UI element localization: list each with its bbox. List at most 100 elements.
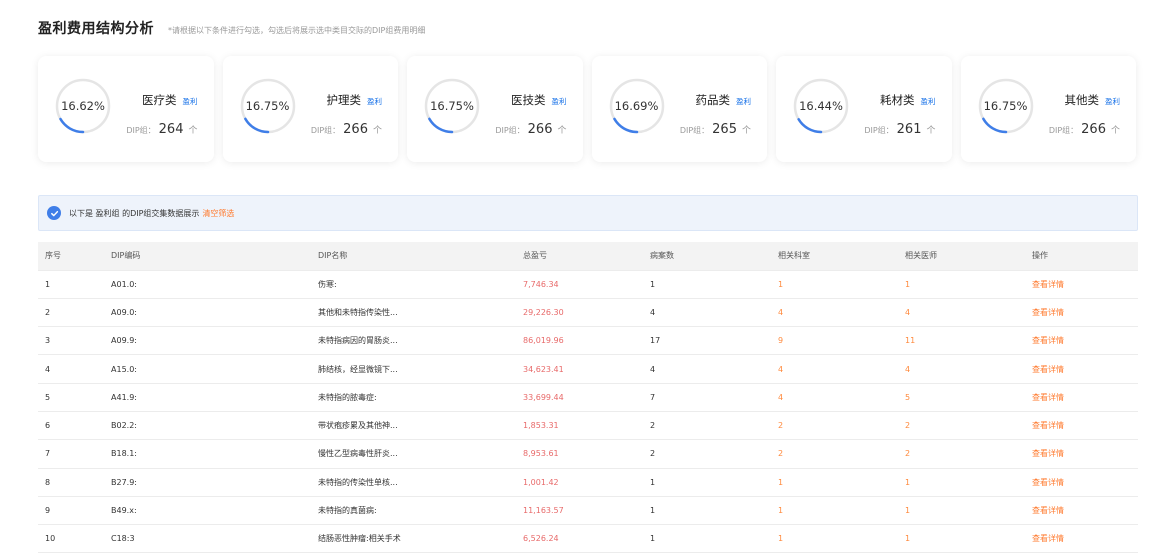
category-card[interactable]: 16.75% 医技类 盈利 DIP组： 266 个 [407, 56, 583, 162]
related-depts[interactable]: 1 [771, 468, 898, 497]
dip-name: 未特指的脓毒症: [311, 383, 516, 412]
related-doctors[interactable]: 1 [898, 270, 1025, 299]
case-count: 1 [643, 468, 771, 497]
related-depts[interactable]: 2 [771, 439, 898, 469]
dip-code: A01.0: [104, 270, 311, 299]
view-details-link[interactable]: 查看详情 [1025, 354, 1138, 384]
category-card[interactable]: 16.75% 护理类 盈利 DIP组： 266 个 [222, 56, 398, 162]
view-details-link[interactable]: 查看详情 [1025, 383, 1138, 412]
dip-unit: 个 [557, 126, 567, 136]
category-name: 医技类 [511, 93, 546, 107]
dip-name: 慢性乙型病毒性肝炎... [311, 439, 516, 469]
row-index: 8 [38, 468, 104, 497]
view-details-link[interactable]: 查看详情 [1025, 270, 1138, 299]
view-details-link[interactable]: 查看详情 [1025, 496, 1138, 526]
related-doctors[interactable]: 1 [898, 468, 1025, 497]
related-doctors[interactable]: 1 [898, 496, 1025, 526]
related-doctors[interactable]: 2 [898, 439, 1025, 469]
table-row: 1 A01.0: 伤寒: 7,746.34 1 1 1 查看详情 [38, 270, 1138, 299]
related-depts[interactable]: 1 [771, 496, 898, 526]
view-details-link[interactable]: 查看详情 [1025, 524, 1138, 554]
case-count: 1 [643, 496, 771, 526]
row-index: 5 [38, 383, 104, 412]
total-profit: 33,699.44 [516, 383, 643, 412]
profit-tag[interactable]: 盈利 [1105, 96, 1120, 107]
percent-value: 16.75% [983, 99, 1028, 113]
table-row: 3 A09.9: 未特指病因的胃肠炎... 86,019.96 17 9 11 查看详情 [38, 326, 1138, 356]
category-card[interactable]: 16.44% 耗材类 盈利 DIP组： 261 个 [776, 56, 952, 162]
total-profit: 1,001.42 [516, 468, 643, 497]
percent-value: 16.75% [430, 99, 474, 113]
category-name: 其他类 [1064, 93, 1100, 107]
table-row: 5 A41.9: 未特指的脓毒症: 33,699.44 7 4 5 查看详情 [38, 383, 1138, 412]
dip-code: A41.9: [104, 383, 311, 412]
dip-count: 266 [527, 122, 553, 137]
case-count: 1 [643, 524, 771, 554]
dip-code: B18.1: [104, 439, 311, 469]
page-header: 盈利费用结构分析 *请根据以下条件进行勾选，勾选后将展示选中类目交际的DIP组费… [38, 18, 425, 38]
dip-code: B27.9: [104, 468, 311, 497]
dip-label: DIP组： [679, 126, 710, 135]
related-doctors[interactable]: 4 [898, 354, 1025, 384]
dip-code: A09.9: [104, 326, 311, 356]
related-depts[interactable]: 1 [771, 270, 898, 299]
total-profit: 6,526.24 [516, 524, 643, 554]
dip-unit: 个 [372, 126, 382, 136]
view-details-link[interactable]: 查看详情 [1025, 411, 1138, 441]
dip-name: 未特指的真菌病: [311, 496, 516, 526]
table-body: 1 A01.0: 伤寒: 7,746.34 1 1 1 查看详情 2 A09.0: 其他和未特指传染… [38, 270, 1138, 554]
percent-value: 16.62% [61, 99, 105, 113]
related-doctors[interactable]: 4 [898, 298, 1025, 328]
profit-tag[interactable]: 盈利 [552, 96, 567, 107]
related-doctors[interactable]: 5 [898, 383, 1025, 412]
related-depts[interactable]: 9 [771, 326, 898, 356]
dip-label: DIP组： [126, 126, 156, 135]
related-doctors[interactable]: 11 [898, 326, 1025, 356]
dip-unit: 个 [1110, 126, 1120, 136]
related-depts[interactable]: 4 [771, 298, 898, 328]
profit-tag[interactable]: 盈利 [183, 96, 198, 107]
clear-filter-link[interactable]: 清空筛选 [202, 208, 234, 219]
view-details-link[interactable]: 查看详情 [1025, 298, 1138, 328]
view-details-link[interactable]: 查看详情 [1025, 326, 1138, 356]
percent-value: 16.69% [614, 99, 659, 113]
column-header: 相关科室 [771, 242, 898, 271]
view-details-link[interactable]: 查看详情 [1025, 439, 1138, 469]
column-header: DIP编码 [104, 242, 311, 271]
row-index: 10 [38, 524, 104, 554]
category-card[interactable]: 16.75% 其他类 盈利 DIP组： 266 个 [960, 56, 1136, 162]
profit-tag[interactable]: 盈利 [921, 96, 936, 107]
dip-code: A15.0: [104, 354, 311, 384]
dip-name: 肺结核，经显微镜下... [311, 354, 516, 384]
related-depts[interactable]: 2 [771, 411, 898, 441]
related-depts[interactable]: 4 [771, 383, 898, 412]
total-profit: 29,226.30 [516, 298, 643, 328]
category-card[interactable]: 16.69% 药品类 盈利 DIP组： 265 个 [591, 56, 767, 162]
total-profit: 86,019.96 [516, 326, 643, 356]
view-details-link[interactable]: 查看详情 [1025, 468, 1138, 497]
related-depts[interactable]: 4 [771, 354, 898, 384]
page-title: 盈利费用结构分析 [38, 21, 154, 37]
row-index: 6 [38, 411, 104, 441]
column-header: DIP名称 [311, 242, 516, 271]
related-depts[interactable]: 1 [771, 524, 898, 554]
profit-tag[interactable]: 盈利 [736, 96, 751, 107]
column-header: 总盈亏 [516, 242, 643, 271]
profit-tag[interactable]: 盈利 [367, 96, 382, 107]
case-count: 2 [643, 411, 771, 441]
category-card[interactable]: 16.62% 医疗类 盈利 DIP组： 264 个 [38, 56, 214, 162]
dip-code: B49.x: [104, 496, 311, 526]
related-doctors[interactable]: 1 [898, 524, 1025, 554]
dip-name: 未特指病因的胃肠炎... [311, 326, 516, 356]
row-index: 4 [38, 354, 104, 384]
column-header: 序号 [38, 242, 104, 271]
case-count: 4 [643, 354, 771, 384]
dip-name: 未特指的传染性单核... [311, 468, 516, 497]
table-row: 8 B27.9: 未特指的传染性单核... 1,001.42 1 1 1 查看详情 [38, 468, 1138, 497]
dip-count: 266 [1081, 122, 1106, 137]
dip-count: 266 [343, 122, 368, 137]
related-doctors[interactable]: 2 [898, 411, 1025, 441]
row-index: 3 [38, 326, 104, 356]
case-count: 2 [643, 439, 771, 469]
dip-code: B02.2: [104, 411, 311, 441]
